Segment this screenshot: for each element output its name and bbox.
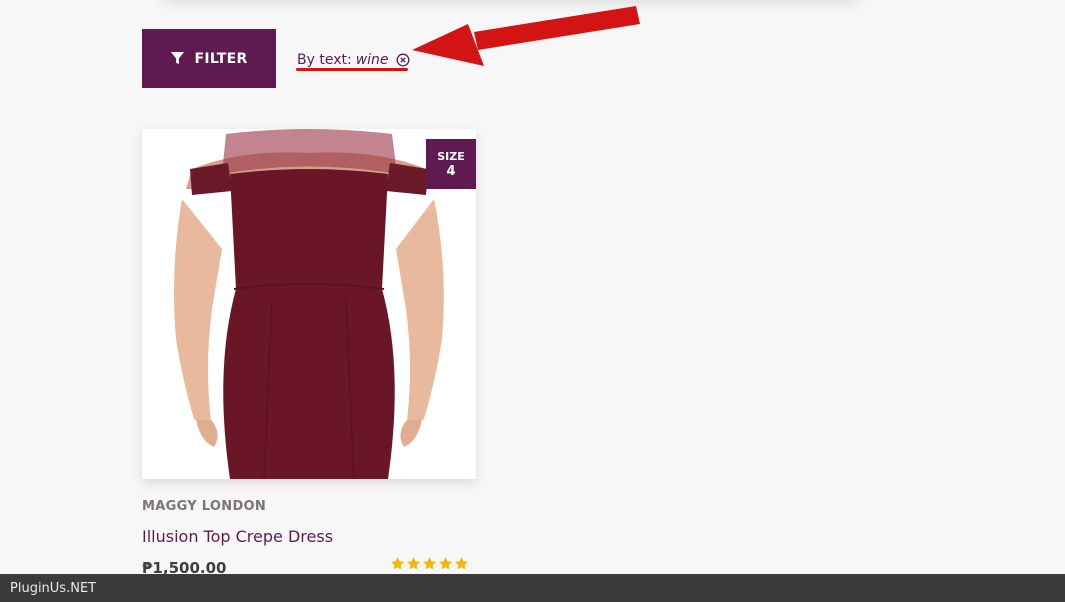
star-icon: [439, 557, 452, 570]
star-icon: [455, 557, 468, 570]
star-icon: [423, 557, 436, 570]
filter-button[interactable]: FILTER: [142, 29, 276, 88]
watermark-text: PluginUs.NET: [10, 580, 97, 596]
product-card: SIZE 4 MAGGY LONDON Illusion Top Crepe D…: [142, 129, 476, 577]
red-arrow-icon: [412, 6, 640, 66]
active-filter-label: By text:: [297, 52, 352, 68]
circle-x-icon[interactable]: [393, 53, 410, 67]
size-badge: SIZE 4: [426, 139, 476, 189]
filter-button-label: FILTER: [194, 50, 248, 67]
product-title-link[interactable]: Illusion Top Crepe Dress: [142, 527, 333, 546]
star-icon: [391, 557, 404, 570]
product-brand: MAGGY LONDON: [142, 499, 267, 514]
funnel-icon: [170, 51, 185, 66]
watermark-bar: PluginUs.NET: [0, 574, 1065, 602]
annotation-underline: [296, 68, 408, 71]
size-badge-label: SIZE: [437, 150, 465, 163]
size-badge-value: 4: [446, 164, 456, 179]
star-icon: [407, 557, 420, 570]
product-image[interactable]: SIZE 4: [142, 129, 476, 479]
star-rating: [390, 556, 469, 571]
active-filter-value: wine: [355, 52, 389, 68]
